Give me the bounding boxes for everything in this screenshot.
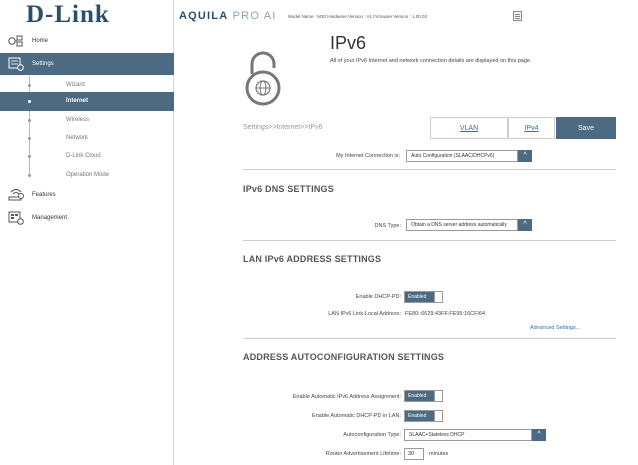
top-bar: AQUILA PRO AI Model Name : M30 Hardware … — [175, 0, 638, 28]
dhcp-pd-toggle[interactable]: Enabled — [404, 291, 443, 303]
chevron-up-icon[interactable]: ^ — [518, 219, 532, 231]
sidebar-subitem-label: Network — [66, 135, 89, 141]
features-icon — [8, 189, 24, 201]
sidebar: D-Link Home Settings Wizard Internet Wir… — [0, 0, 174, 465]
autoconf-type-value: SLAAC+Stateless DHCP — [409, 432, 465, 438]
lifetime-input[interactable]: 30 — [404, 448, 424, 460]
autoconf-type-label: Autoconfiguration Type: — [343, 432, 401, 438]
dns-type-value: Obtain a DNS server address automaticall… — [411, 222, 507, 228]
toggle-knob — [434, 391, 442, 401]
dns-section-heading: IPv6 DNS SETTINGS — [243, 184, 334, 194]
sidebar-item-management[interactable]: Management — [0, 207, 174, 229]
connection-type-select[interactable]: Auto Configuration (SLAAC/DHCPv6) ^ — [406, 150, 532, 162]
toggle-state: Enabled — [405, 391, 434, 401]
lan-section-heading: LAN IPv6 ADDRESS SETTINGS — [243, 254, 382, 264]
document-icon[interactable] — [513, 11, 522, 21]
sidebar-item-label: Home — [32, 38, 49, 44]
connection-type-value: Auto Configuration (SLAAC/DHCPv6) — [411, 153, 495, 159]
auto-pd-toggle[interactable]: Enabled — [404, 410, 443, 422]
sidebar-item-features[interactable]: Features — [0, 184, 174, 206]
home-network-icon — [8, 35, 23, 47]
sidebar-item-home[interactable]: Home — [0, 30, 174, 52]
divider — [243, 240, 616, 241]
lock-globe-icon — [245, 51, 281, 106]
sidebar-item-label: Management — [32, 215, 68, 221]
sidebar-subitem-label: Internet — [66, 98, 89, 104]
sidebar-subitem-label: Operation Mode — [66, 172, 110, 178]
model-info: Model Name : M30 Hardware Version : A1 F… — [288, 14, 428, 19]
lifetime-unit: minutes — [429, 451, 449, 457]
lifetime-label: Router Advertisement Lifetime: — [325, 451, 401, 457]
sidebar-item-label: Features — [32, 192, 56, 198]
product-name-bold: AQUILA — [179, 10, 229, 22]
save-button[interactable]: Save — [556, 117, 616, 139]
breadcrumb: Settings>>Internet>>IPv6 — [243, 124, 323, 131]
divider — [243, 338, 616, 339]
sidebar-subitem-network[interactable]: Network — [0, 129, 174, 148]
advanced-settings-link[interactable]: Advanced Settings... — [530, 325, 580, 331]
page-description: All of your IPv6 Internet and network co… — [330, 58, 532, 64]
toggle-state: Enabled — [405, 292, 434, 302]
auto-assign-toggle[interactable]: Enabled — [404, 390, 443, 402]
page-title: IPv6 — [330, 33, 367, 53]
vlan-tab[interactable]: VLAN — [430, 117, 508, 139]
settings-icon — [8, 57, 24, 71]
toggle-knob — [434, 411, 442, 421]
sidebar-subitem-label: Wireless — [66, 117, 90, 123]
bullet-icon — [28, 155, 31, 158]
bullet-icon — [28, 137, 31, 140]
dns-type-label: DNS Type: — [374, 223, 402, 229]
ipv4-tab[interactable]: IPv4 — [508, 117, 555, 139]
sidebar-subitem-label: D-Link Cloud — [66, 153, 101, 159]
dhcp-pd-label: Enable DHCP-PD: — [355, 294, 401, 300]
sidebar-subitem-operation-mode[interactable]: Operation Mode — [0, 166, 174, 185]
connection-label: My Internet Connection is: — [336, 153, 400, 159]
link-local-label: LAN IPv6 Link-Local Address: — [328, 311, 401, 317]
dlink-logo: D-Link — [26, 1, 110, 28]
auto-pd-label: Enable Automatic DHCP-PD in LAN: — [312, 413, 401, 419]
product-name-thin: PRO AI — [232, 10, 277, 22]
toggle-state: Enabled — [405, 411, 434, 421]
sidebar-subitem-internet[interactable]: Internet — [0, 92, 174, 111]
sidebar-subitem-dlink-cloud[interactable]: D-Link Cloud — [0, 147, 174, 166]
sidebar-subitem-label: Wizard — [66, 82, 85, 88]
bullet-icon — [28, 174, 31, 177]
main-content: IPv6 All of your IPv6 Internet and netwo… — [175, 28, 638, 465]
autoconf-type-select[interactable]: SLAAC+Stateless DHCP ^ — [404, 429, 546, 441]
management-icon — [8, 211, 24, 225]
toggle-knob — [434, 292, 442, 302]
bullet-icon — [28, 100, 31, 103]
sidebar-subitem-wireless[interactable]: Wireless — [0, 111, 174, 130]
sidebar-item-label: Settings — [32, 61, 54, 67]
product-name: AQUILA PRO AI — [179, 10, 277, 22]
sidebar-item-settings[interactable]: Settings — [0, 53, 174, 75]
auto-assign-label: Enable Automatic IPv6 Address Assignment… — [292, 394, 401, 400]
link-local-value: FE80::6629:43FF:FE99:16CF/64 — [405, 311, 486, 317]
chevron-up-icon[interactable]: ^ — [532, 429, 546, 441]
bullet-icon — [28, 119, 31, 122]
chevron-up-icon[interactable]: ^ — [518, 150, 532, 162]
bullet-icon — [28, 84, 31, 87]
dns-type-select[interactable]: Obtain a DNS server address automaticall… — [406, 219, 532, 231]
autoconf-section-heading: ADDRESS AUTOCONFIGURATION SETTINGS — [243, 352, 445, 362]
divider — [243, 169, 616, 170]
